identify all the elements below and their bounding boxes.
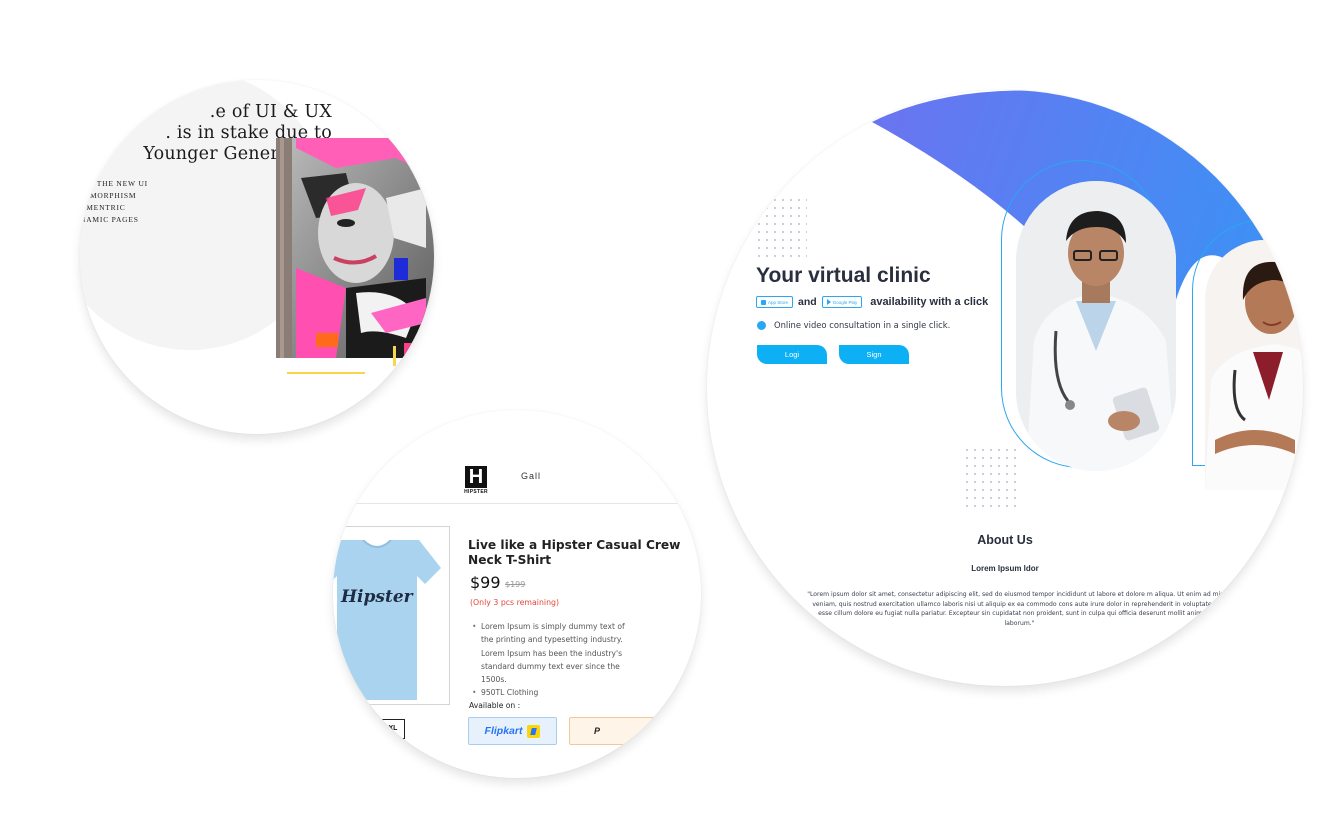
product-price: $99 <box>470 573 501 592</box>
logo-mark: H <box>465 466 487 488</box>
headline-line-1: .e of UI & UX <box>209 102 332 122</box>
product-title: Live like a Hipster Casual Crew Neck T-S… <box>468 538 681 567</box>
bullet-item: SSMORPHISM <box>80 191 137 200</box>
google-play-label: Google Play <box>832 299 858 305</box>
article-bullet-list: I IS THE NEW UI SSMORPHISM OMENTRIC NAMI… <box>80 178 148 226</box>
app-store-badge[interactable]: App Store <box>756 296 794 308</box>
nav-link-gallery[interactable]: Gall <box>521 471 541 481</box>
bullet-item: OMENTRIC <box>80 203 126 212</box>
app-store-label: App Store <box>768 299 789 305</box>
female-doctor-illustration <box>1205 240 1303 490</box>
available-on-label: Available on : <box>469 701 521 710</box>
bullet-item: NAMIC PAGES <box>80 215 139 224</box>
size-option-xl[interactable]: XL <box>381 719 405 739</box>
about-subheading: Lorem Ipsum ldor <box>971 564 1039 573</box>
original-price: $199 <box>505 580 526 589</box>
store-availability-row: App Store and Google Play availability w… <box>756 295 988 309</box>
apple-icon <box>761 299 766 305</box>
header-divider <box>333 503 701 504</box>
bullet-dot-icon <box>757 320 766 330</box>
flipkart-label: Flipkart <box>484 725 523 737</box>
description-item: 950TL Clothing <box>470 686 701 700</box>
about-paragraph: "Lorem ipsum dolor sit amet, consectetur… <box>807 591 1232 627</box>
google-play-badge[interactable]: Google Play <box>821 296 863 308</box>
portrait-artwork-image <box>276 138 434 358</box>
tshirt-product-image[interactable]: Hipster <box>333 540 441 700</box>
flipkart-icon <box>527 724 541 738</box>
product-description-list: Lorem Ipsum is simply dummy text of the … <box>470 620 701 700</box>
and-label: and <box>798 296 817 308</box>
dot-pattern <box>755 196 807 258</box>
paytm-button[interactable]: P <box>569 717 659 745</box>
sizes-label: e sizes <box>333 710 355 717</box>
bullet-item: I IS THE NEW UI <box>80 179 148 188</box>
dot-pattern <box>963 446 1021 508</box>
logo-word: HIPSTER <box>464 489 488 495</box>
male-doctor-illustration <box>1016 181 1176 471</box>
shirt-print-text: Hipster <box>340 587 414 607</box>
about-heading: About Us <box>977 533 1033 547</box>
hero-title: Your virtual clinic <box>756 264 931 287</box>
size-option[interactable] <box>355 719 381 739</box>
female-doctor-photo <box>1205 240 1303 490</box>
consultation-feature: Online video consultation in a single cl… <box>757 320 950 330</box>
yellow-accent-bar <box>393 346 396 366</box>
stock-notice: (Only 3 pcs remaining) <box>470 598 560 607</box>
flipkart-button[interactable]: Flipkart <box>468 717 557 745</box>
signup-button[interactable]: Sign <box>839 345 909 364</box>
uiux-article-preview: .e of UI & UX . is in stake due to Young… <box>80 80 434 434</box>
consultation-text: Online video consultation in a single cl… <box>774 320 951 330</box>
play-icon <box>826 299 831 305</box>
login-button[interactable]: Logi <box>757 345 827 364</box>
male-doctor-photo <box>1016 181 1176 471</box>
availability-text: availability with a click <box>870 296 989 308</box>
hipster-shop-preview: H HIPSTER Gall Hipster e sizes XL Live l… <box>333 410 701 778</box>
yellow-underline <box>287 372 365 374</box>
description-item: Lorem Ipsum is simply dummy text of the … <box>470 620 638 686</box>
hipster-logo[interactable]: H HIPSTER <box>461 466 491 495</box>
virtual-clinic-preview: Your virtual clinic App Store and Google… <box>707 90 1303 686</box>
